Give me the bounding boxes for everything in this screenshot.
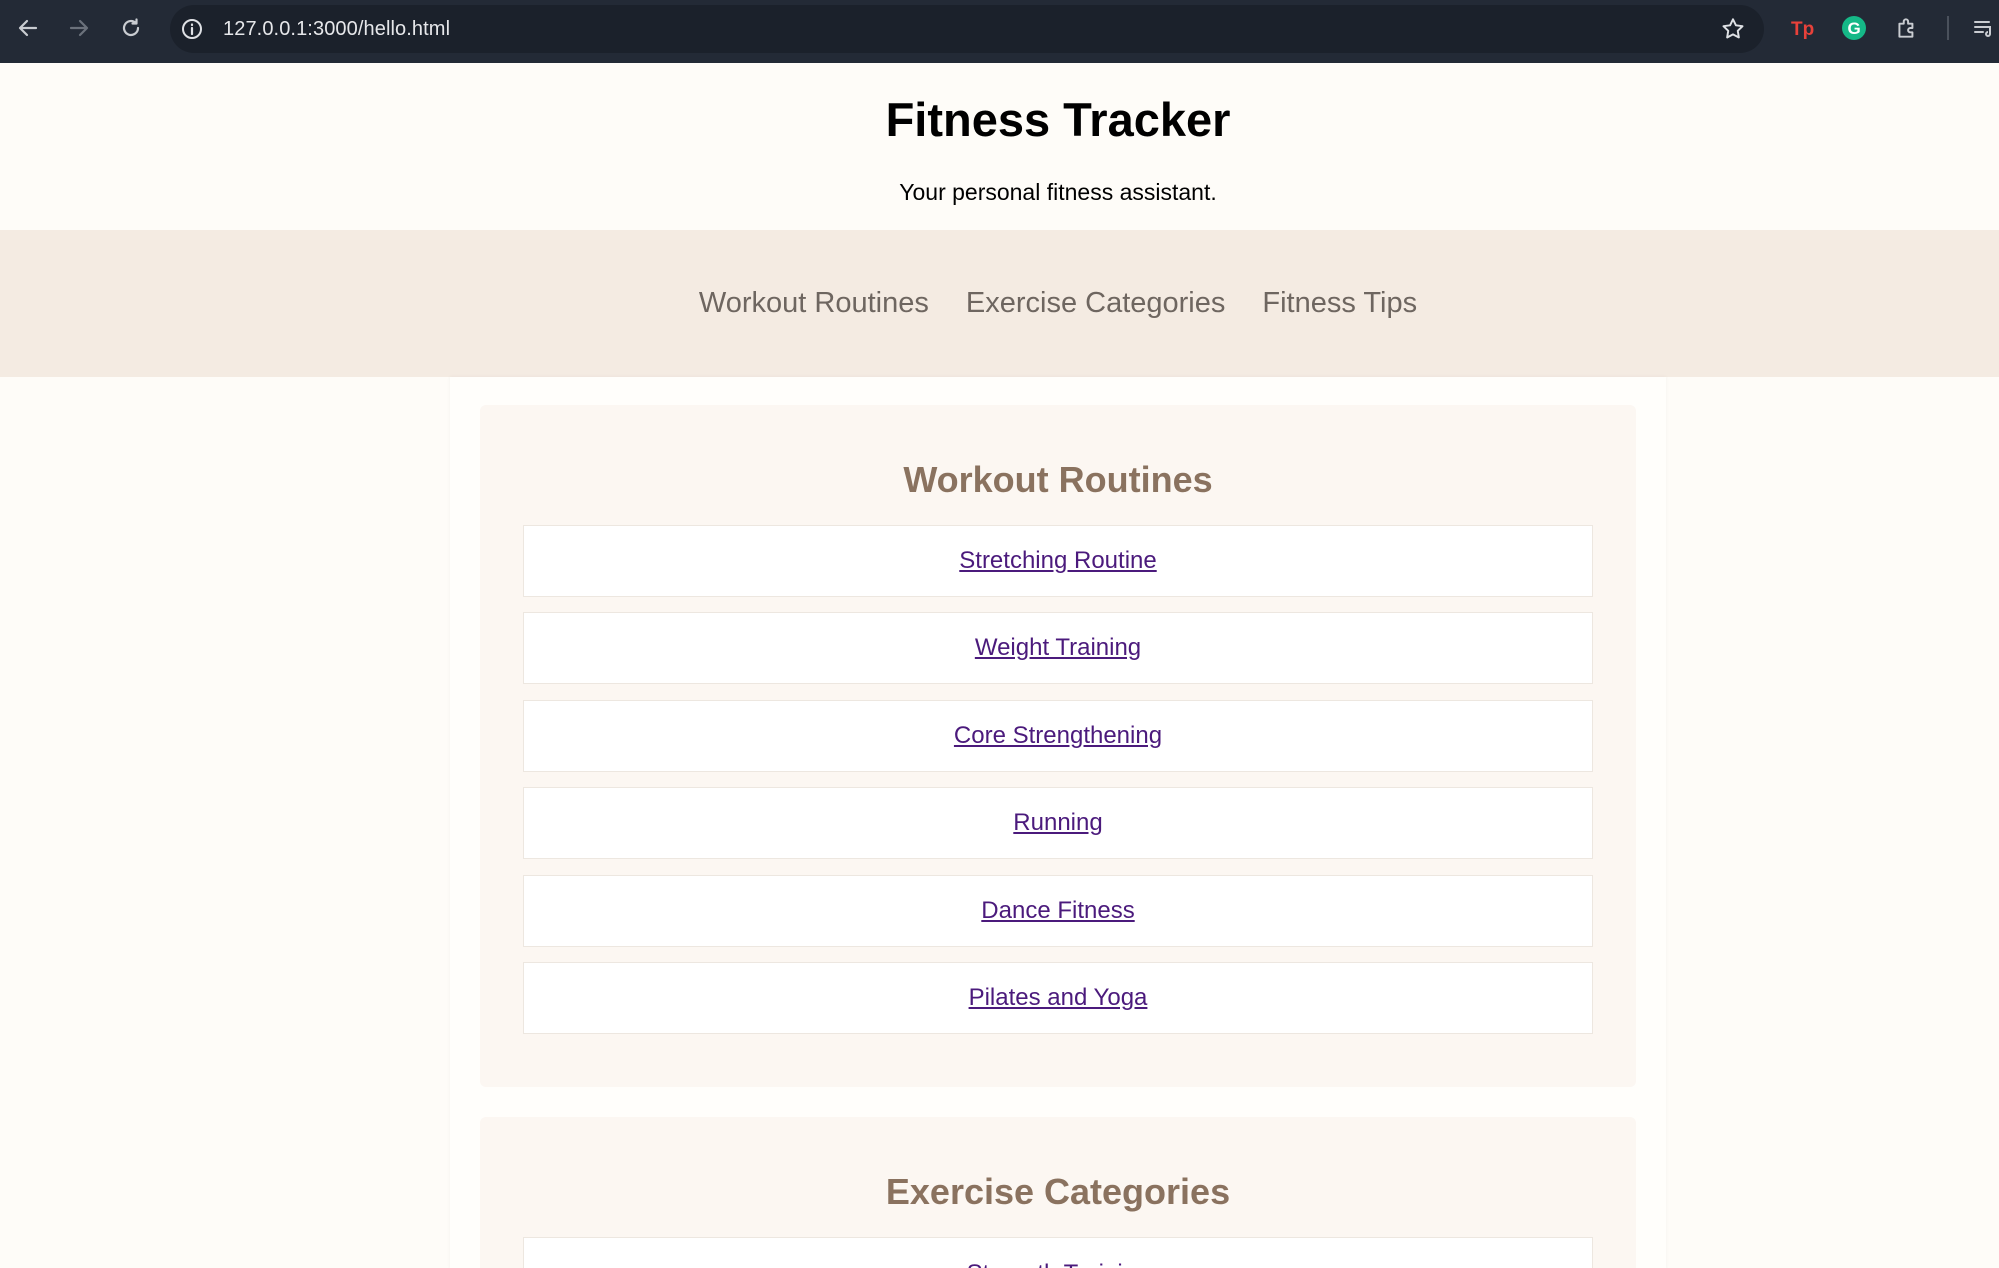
reload-button[interactable]: [115, 12, 147, 44]
address-bar[interactable]: 127.0.0.1:3000/hello.html: [170, 5, 1764, 53]
routine-link[interactable]: Pilates and Yoga: [969, 984, 1148, 1012]
nav-link-exercise-categories[interactable]: Exercise Categories: [966, 287, 1226, 320]
list-item: Running: [523, 787, 1593, 859]
section-heading: Workout Routines: [903, 459, 1213, 500]
site-info-icon[interactable]: [180, 17, 204, 41]
arrow-left-icon: [18, 19, 38, 37]
nav-link-fitness-tips[interactable]: Fitness Tips: [1262, 287, 1417, 320]
list-item: Stretching Routine: [523, 525, 1593, 597]
bookmark-star-icon[interactable]: [1720, 16, 1746, 42]
routine-link[interactable]: Core Strengthening: [954, 722, 1162, 750]
list-item: Weight Training: [523, 612, 1593, 684]
tp-extension-icon[interactable]: Tp: [1788, 14, 1816, 42]
url-text[interactable]: 127.0.0.1:3000/hello.html: [223, 18, 450, 41]
routine-link[interactable]: Running: [1013, 809, 1102, 837]
reload-icon: [122, 18, 140, 37]
extensions-puzzle-icon[interactable]: [1893, 14, 1921, 42]
reading-list-icon[interactable]: [1968, 14, 1999, 42]
svg-text:Tp: Tp: [1791, 19, 1814, 40]
browser-toolbar: 127.0.0.1:3000/hello.html Tp G: [0, 0, 1999, 63]
back-button[interactable]: [12, 12, 44, 44]
list-item: Pilates and Yoga: [523, 962, 1593, 1034]
category-link[interactable]: Strength Training: [967, 1260, 1150, 1268]
svg-text:G: G: [1848, 19, 1861, 38]
routine-link[interactable]: Stretching Routine: [959, 547, 1156, 575]
list-item: Strength Training: [523, 1237, 1593, 1268]
routine-link[interactable]: Weight Training: [975, 634, 1141, 662]
page-subtitle: Your personal fitness assistant.: [899, 179, 1217, 205]
page-title: Fitness Tracker: [885, 93, 1231, 146]
toolbar-divider: [1947, 16, 1949, 40]
main-content: Workout Routines Stretching Routine Weig…: [450, 377, 1666, 1268]
grammarly-extension-icon[interactable]: G: [1840, 14, 1868, 42]
workout-routines-section: Workout Routines Stretching Routine Weig…: [480, 405, 1636, 1087]
nav-link-workout-routines[interactable]: Workout Routines: [699, 287, 929, 320]
main-nav: Workout Routines Exercise Categories Fit…: [0, 287, 1999, 320]
routine-link[interactable]: Dance Fitness: [981, 897, 1134, 925]
list-item: Core Strengthening: [523, 700, 1593, 772]
arrow-right-icon: [69, 19, 89, 37]
exercise-categories-section: Exercise Categories Strength Training: [480, 1117, 1636, 1268]
list-item: Dance Fitness: [523, 875, 1593, 947]
forward-button[interactable]: [63, 12, 95, 44]
section-heading: Exercise Categories: [885, 1171, 1231, 1212]
